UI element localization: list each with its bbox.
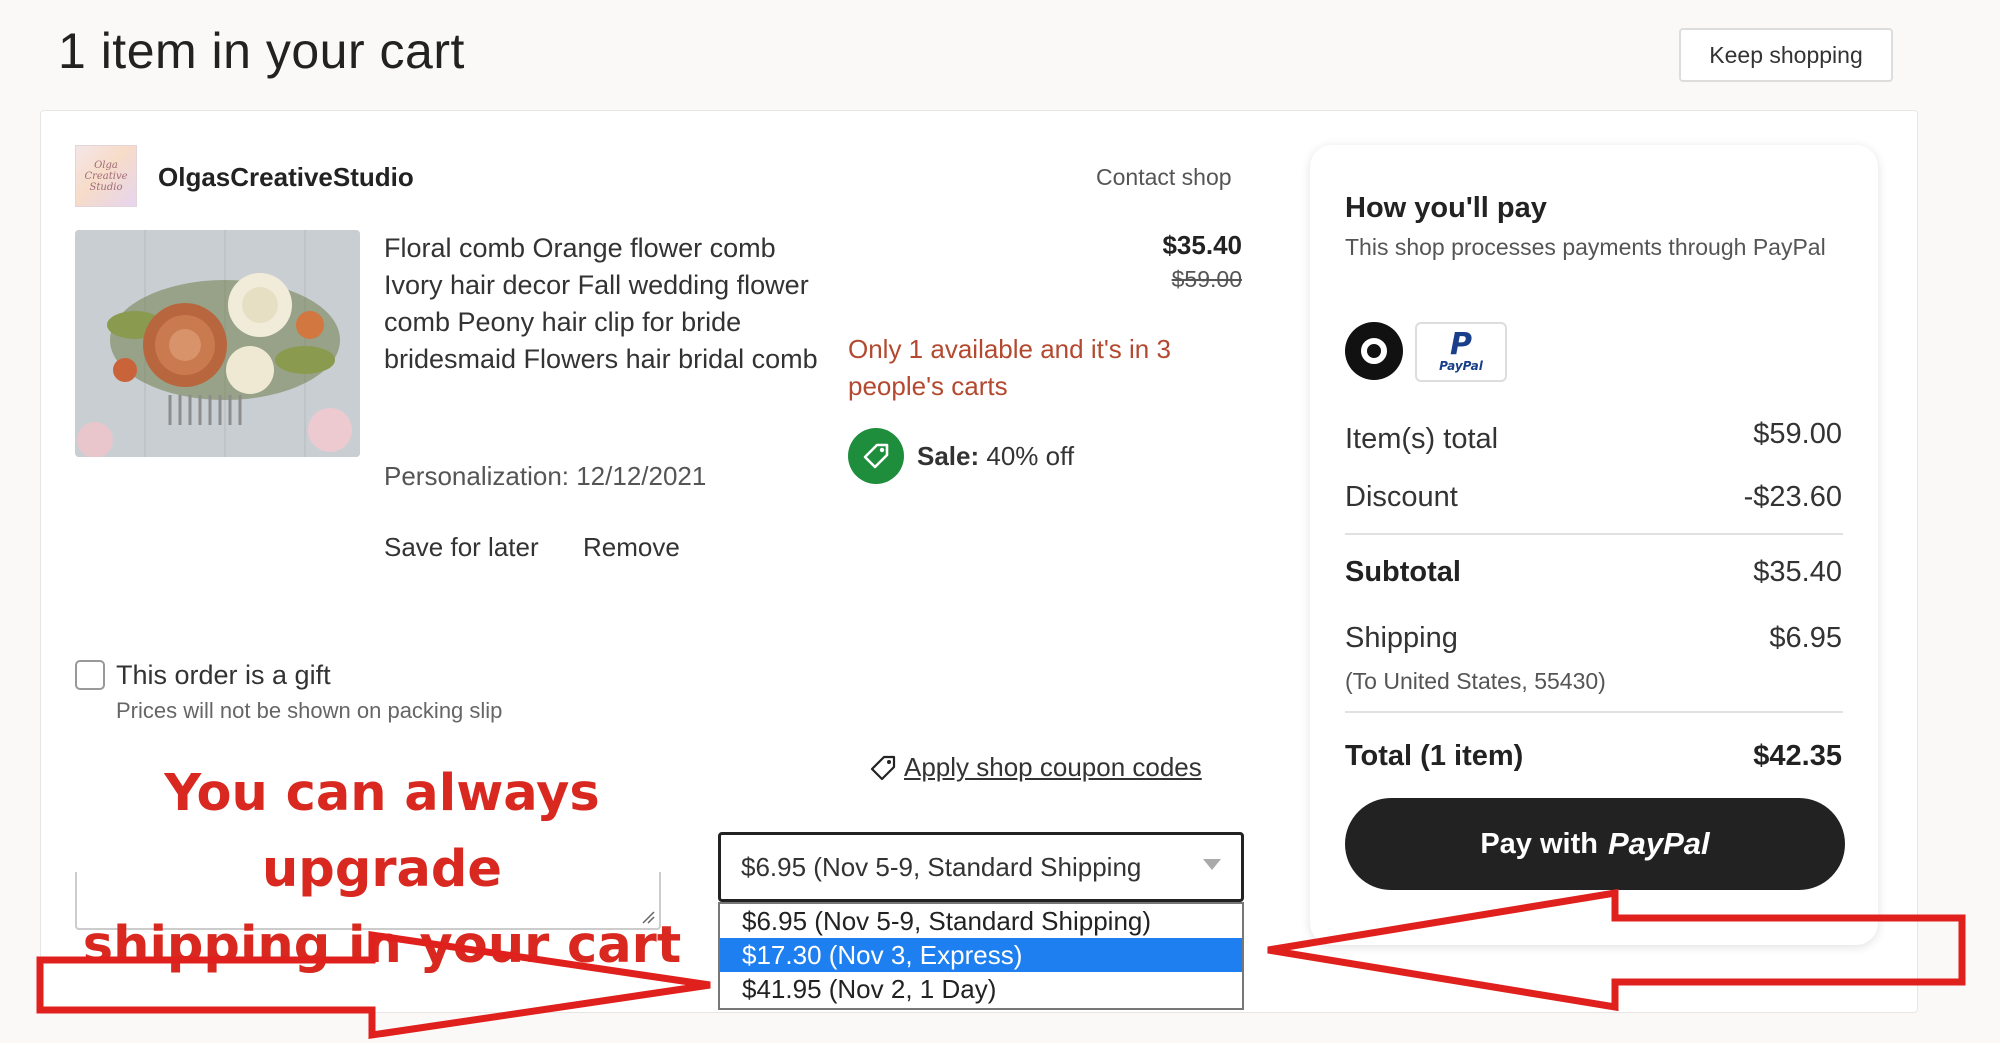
- shop-logo-text: Olga Creative Studio: [84, 159, 128, 193]
- items-total-value: $59.00: [1753, 418, 1842, 450]
- annotation-line-1: You can always upgrade: [164, 764, 600, 899]
- item-price: $35.40: [1162, 230, 1242, 260]
- apply-coupon-label: Apply shop coupon codes: [904, 752, 1202, 782]
- scarcity-notice: Only 1 available and it's in 3 people's …: [848, 334, 1171, 401]
- items-total-label: Item(s) total: [1345, 423, 1499, 455]
- product-image[interactable]: [75, 230, 360, 457]
- sale-label: Sale:: [917, 441, 980, 471]
- shipping-destination: (To United States, 55430): [1345, 668, 1606, 694]
- shipping-value: $6.95: [1769, 622, 1842, 654]
- shipping-select-value: $6.95 (Nov 5-9, Standard Shipping: [741, 851, 1142, 882]
- annotation-line-2: shipping in your cart: [82, 916, 682, 975]
- product-title[interactable]: Floral comb Orange flower comb Ivory hai…: [384, 230, 824, 378]
- summary-divider: [1345, 711, 1843, 713]
- paypal-logo[interactable]: P PayPal: [1415, 322, 1507, 382]
- sale-text: Sale: 40% off: [917, 441, 1074, 472]
- page-title: 1 item in your cart: [58, 23, 465, 79]
- item-original-price: $59.00: [1171, 266, 1242, 292]
- personalization-text: Personalization: 12/12/2021: [384, 461, 707, 491]
- total-label: Total (1 item): [1345, 740, 1524, 772]
- paypal-radio[interactable]: [1345, 322, 1403, 380]
- payment-subtext: This shop processes payments through Pay…: [1345, 234, 1826, 260]
- discount-value: -$23.60: [1743, 481, 1842, 513]
- pay-button-prefix: Pay with: [1480, 827, 1598, 860]
- summary-divider: [1345, 533, 1843, 535]
- gift-label[interactable]: This order is a gift: [116, 660, 331, 691]
- shipping-label: Shipping: [1345, 622, 1458, 654]
- discount-label: Discount: [1345, 481, 1458, 513]
- contact-shop-link[interactable]: Contact shop: [1096, 164, 1232, 191]
- flower-comb-illustration: [75, 230, 360, 457]
- gift-subtext: Prices will not be shown on packing slip: [116, 698, 503, 723]
- remove-button[interactable]: Remove: [583, 532, 680, 563]
- shipping-option-1-day[interactable]: $41.95 (Nov 2, 1 Day): [720, 972, 1242, 1006]
- radio-selected-dot: [1361, 338, 1387, 364]
- pay-button-brand: PayPal: [1607, 826, 1710, 861]
- save-for-later-button[interactable]: Save for later: [384, 532, 539, 563]
- paypal-mark: P: [1450, 327, 1472, 362]
- annotation-text: You can always upgrade shipping in your …: [62, 756, 702, 984]
- shop-logo[interactable]: Olga Creative Studio: [75, 145, 137, 207]
- shipping-select[interactable]: $6.95 (Nov 5-9, Standard Shipping: [718, 832, 1244, 902]
- shipping-option-standard[interactable]: $6.95 (Nov 5-9, Standard Shipping): [720, 904, 1242, 938]
- shop-name[interactable]: OlgasCreativeStudio: [158, 162, 414, 193]
- coupon-tag-icon: [870, 755, 896, 780]
- total-value: $42.35: [1753, 740, 1842, 772]
- keep-shopping-button[interactable]: Keep shopping: [1679, 28, 1893, 82]
- subtotal-label: Subtotal: [1345, 556, 1461, 588]
- chevron-down-icon: [1203, 859, 1221, 870]
- paypal-wordmark: PayPal: [1439, 359, 1483, 373]
- pay-with-paypal-button[interactable]: Pay with PayPal: [1345, 798, 1845, 890]
- subtotal-value: $35.40: [1753, 556, 1842, 588]
- sale-value: 40% off: [986, 441, 1075, 471]
- shipping-dropdown: $6.95 (Nov 5-9, Standard Shipping) $17.3…: [718, 902, 1244, 1010]
- gift-checkbox[interactable]: [75, 660, 105, 690]
- apply-coupon-link[interactable]: Apply shop coupon codes: [868, 752, 1202, 783]
- sale-tag-icon: [848, 428, 904, 484]
- shipping-option-express[interactable]: $17.30 (Nov 3, Express): [720, 938, 1242, 972]
- payment-heading: How you'll pay: [1345, 192, 1547, 224]
